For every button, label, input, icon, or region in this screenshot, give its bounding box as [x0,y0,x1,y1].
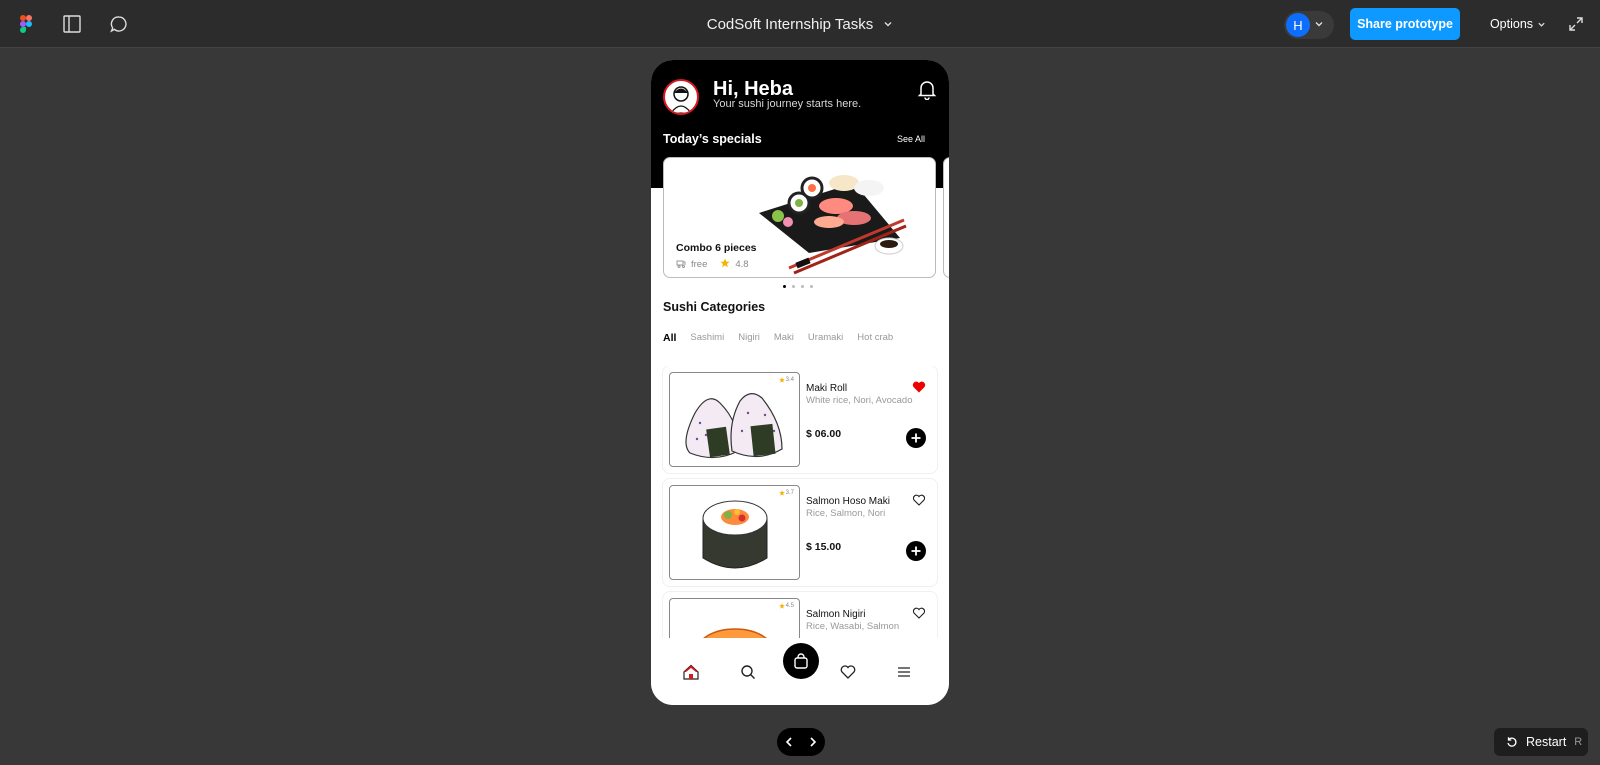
star-icon [778,377,785,383]
add-to-cart-button[interactable] [906,541,926,561]
tab-all[interactable]: All [663,332,676,344]
user-menu[interactable]: H [1284,11,1334,39]
tab-sashimi[interactable]: Sashimi [690,332,724,344]
prototype-frame: Hi, Heba Your sushi journey starts here.… [651,60,949,705]
bag-icon [794,653,808,669]
chevron-right-icon [810,737,817,747]
heart-icon[interactable] [839,663,857,681]
section-title-specials: Today’s specials [663,132,762,146]
category-tabs: All Sashimi Nigiri Maki Uramaki Hot crab [663,332,943,344]
list-item[interactable]: 4.5 Salmon Nigiri Rice, Wasabi, Salmon [663,592,937,640]
item-image[interactable]: 4.5 [669,598,800,640]
star-icon [778,603,785,609]
item-image[interactable]: 3.7 [669,485,800,580]
carousel-indicator [783,285,813,288]
avatar: H [1286,13,1310,37]
menu-icon[interactable] [895,663,913,681]
comment-icon[interactable] [107,12,131,36]
item-price: $ 06.00 [806,428,842,440]
next-frame-button[interactable] [807,736,819,748]
restart-button[interactable]: Restart R [1494,728,1588,756]
item-name: Salmon Nigiri [806,609,866,620]
list-item[interactable]: 3.4 Maki Roll White rice, Nori, Avocado … [663,366,937,473]
tab-uramaki[interactable]: Uramaki [808,332,843,344]
tab-nigiri[interactable]: Nigiri [738,332,760,344]
bell-icon[interactable] [916,78,938,101]
restart-label: Restart [1526,735,1567,749]
sidebar-toggle-icon[interactable] [60,12,84,36]
item-rating: 3.4 [778,377,794,383]
item-ingredients: Rice, Salmon, Nori [806,508,886,519]
sushi-list[interactable]: 3.4 Maki Roll White rice, Nori, Avocado … [651,366,949,640]
search-icon[interactable] [739,663,757,681]
chevron-down-icon[interactable] [883,16,893,33]
chevron-left-icon [785,737,792,747]
item-ingredients: Rice, Wasabi, Salmon [806,621,900,632]
home-icon[interactable] [682,663,700,681]
tab-maki[interactable]: Maki [774,332,794,344]
delivery-fee: free [691,259,708,270]
greeting-subtitle: Your sushi journey starts here. [713,98,862,110]
delivery-icon [676,258,686,271]
item-ingredients: White rice, Nori, Avocado [806,395,913,406]
star-icon [720,258,730,271]
previous-frame-button[interactable] [783,736,795,748]
item-rating: 3.7 [778,490,794,496]
favorite-heart-icon[interactable] [912,380,926,394]
file-title[interactable]: CodSoft Internship Tasks [707,16,873,33]
restart-shortcut: R [1574,736,1583,748]
item-name: Salmon Hoso Maki [806,496,890,507]
figma-logo-icon[interactable] [14,12,38,36]
item-price: $ 15.00 [806,541,842,553]
star-icon [778,490,785,496]
carousel-dot[interactable] [801,285,804,288]
list-item[interactable]: 3.7 Salmon Hoso Maki Rice, Salmon, Nori … [663,479,937,586]
options-label: Options [1489,17,1534,31]
options-button[interactable]: Options [1476,8,1560,40]
toolbar: CodSoft Internship Tasks H Share prototy… [0,0,1600,48]
add-to-cart-button[interactable] [906,428,926,448]
favorite-heart-icon[interactable] [912,606,926,620]
favorite-heart-icon[interactable] [912,493,926,507]
carousel-dot[interactable] [783,285,786,288]
special-rating: 4.8 [735,259,749,270]
prototype-navigation [777,728,825,756]
item-name: Maki Roll [806,383,848,394]
item-image[interactable]: 3.4 [669,372,800,467]
special-name: Combo 6 pieces [676,242,757,254]
cart-button[interactable] [783,643,819,679]
chevron-down-icon [1314,16,1324,34]
next-special-card[interactable] [943,157,949,278]
carousel-dot[interactable] [810,285,813,288]
chevron-down-icon [1538,22,1545,27]
see-all-link[interactable]: See All [897,134,925,144]
special-meta: free 4.8 [676,258,749,271]
bottom-nav [651,638,949,705]
profile-avatar[interactable] [663,79,699,115]
share-prototype-button[interactable]: Share prototype [1350,8,1460,40]
special-card[interactable]: Combo 6 pieces free 4.8 [663,157,936,278]
carousel-dot[interactable] [792,285,795,288]
section-title-categories: Sushi Categories [663,300,766,314]
fullscreen-icon[interactable] [1564,12,1588,36]
item-rating: 4.5 [778,603,794,609]
tab-hot-crab[interactable]: Hot crab [857,332,893,344]
restart-icon [1507,737,1517,747]
